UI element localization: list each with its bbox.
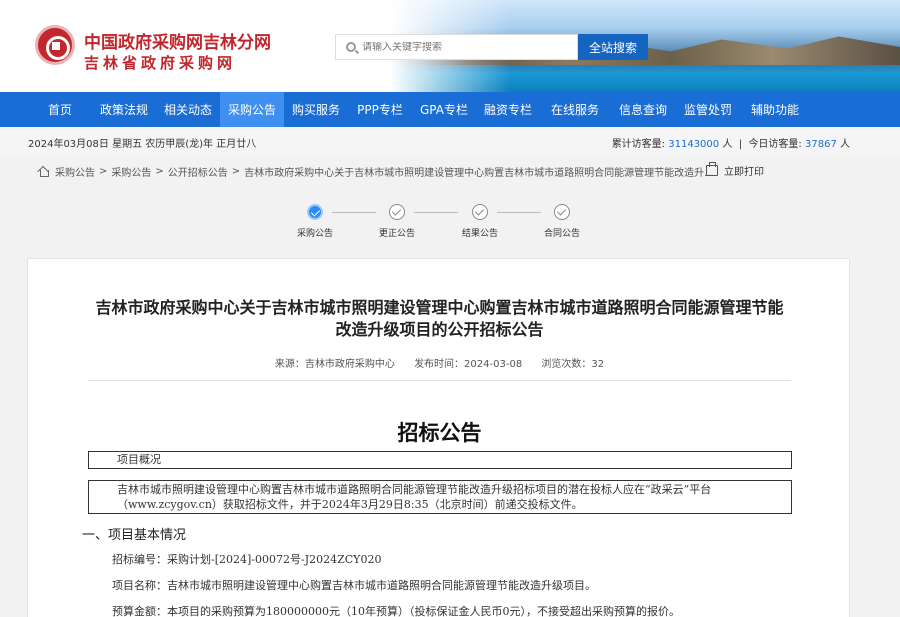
step-connector xyxy=(414,212,458,213)
site-search-button[interactable]: 全站搜索 xyxy=(578,34,648,60)
field-project-name: 项目名称：吉林市城市照明建设管理中心购置吉林市城市道路照明合同能源管理节能改造升… xyxy=(112,579,596,592)
nav-item[interactable]: 在线服务 xyxy=(540,92,610,127)
nav-item[interactable]: GPA专栏 xyxy=(412,92,476,127)
step-label[interactable]: 结果公告 xyxy=(462,226,498,239)
site-title[interactable]: 中国政府采购网吉林分网 xyxy=(84,28,271,53)
section-heading-basic-info: 一、项目基本情况 xyxy=(82,528,187,543)
overview-label-box: 项目概况 xyxy=(88,451,792,469)
nav-item[interactable]: 首页 xyxy=(28,92,92,127)
article-publish-time: 发布时间：2024-03-08 xyxy=(414,359,523,370)
breadcrumb-separator: > xyxy=(155,165,164,177)
step-label[interactable]: 更正公告 xyxy=(379,226,415,239)
step-connector xyxy=(497,212,541,213)
step-connector xyxy=(332,212,376,213)
search-input[interactable] xyxy=(362,41,562,53)
breadcrumb-item[interactable]: 采购公告 xyxy=(55,164,95,179)
step-label[interactable]: 合同公告 xyxy=(544,226,580,239)
step-status-icon[interactable] xyxy=(307,204,323,220)
nav-item[interactable]: 信息查询 xyxy=(610,92,676,127)
visitor-stats: 累计访客量: 31143000 人 | 今日访客量: 37867 人 xyxy=(611,139,850,150)
breadcrumb-item[interactable]: 采购公告 xyxy=(111,164,151,179)
article-card: 吉林市政府采购中心关于吉林市城市照明建设管理中心购置吉林市城市道路照明合同能源管… xyxy=(27,258,850,617)
site-subtitle: 吉林省政府采购网 xyxy=(84,54,237,72)
article-meta: 来源：吉林市政府采购中心 发布时间：2024-03-08 浏览次数：32 xyxy=(28,355,851,370)
total-visits-unit: 人 xyxy=(722,139,733,150)
home-icon[interactable] xyxy=(38,166,50,177)
print-button[interactable]: 立即打印 xyxy=(706,162,764,178)
nav-item[interactable]: 融资专栏 xyxy=(476,92,540,127)
nav-item[interactable]: PPP专栏 xyxy=(348,92,412,127)
article-title: 吉林市政府采购中心关于吉林市城市照明建设管理中心购置吉林市城市道路照明合同能源管… xyxy=(95,298,784,339)
printer-icon xyxy=(706,162,718,176)
breadcrumb-separator: > xyxy=(231,165,241,177)
total-visits-count: 31143000 xyxy=(668,139,720,150)
field-budget: 预算金额：本项目的采购预算为180000000元（10年预算）（投标保证金人民币… xyxy=(112,605,680,617)
step-status-icon[interactable] xyxy=(472,204,488,220)
nav-item[interactable]: 政策法规 xyxy=(92,92,156,127)
step-label[interactable]: 采购公告 xyxy=(297,226,333,239)
nav-item[interactable]: 辅助功能 xyxy=(740,92,810,127)
site-logo[interactable] xyxy=(35,25,75,65)
breadcrumb-separator: > xyxy=(99,165,108,177)
article-views: 浏览次数：32 xyxy=(541,359,605,370)
article-source: 来源：吉林市政府采购中心 xyxy=(274,359,395,370)
breadcrumb: 采购公告 > 采购公告 > 公开招标公告 > 吉林市政府采购中心关于吉林市城市照明建设管理中… xyxy=(38,163,714,179)
step-status-icon[interactable] xyxy=(554,204,570,220)
nav-item[interactable]: 相关动态 xyxy=(156,92,220,127)
notice-heading: 招标公告 xyxy=(397,421,482,445)
today-visits-unit: 人 xyxy=(840,139,850,150)
search-box xyxy=(335,34,578,60)
total-visits-label: 累计访客量: xyxy=(611,139,666,150)
site-header: 中国政府采购网吉林分网 吉林省政府采购网 全站搜索 xyxy=(0,0,900,92)
today-visits-label: 今日访客量: xyxy=(748,139,802,150)
print-label: 立即打印 xyxy=(724,167,764,178)
notice-progress-steps: 采购公告 更正公告 结果公告 合同公告 xyxy=(0,200,900,245)
today-visits-count: 37867 xyxy=(805,139,837,150)
overview-text-box: 吉林市城市照明建设管理中心购置吉林市城市道路照明合同能源管理节能改造升级招标项目… xyxy=(88,480,792,514)
breadcrumb-item[interactable]: 公开招标公告 xyxy=(168,164,228,179)
step-status-icon[interactable] xyxy=(389,204,405,220)
main-nav: 首页 政策法规 相关动态 采购公告 购买服务 PPP专栏 GPA专栏 融资专栏 在线服务 信息查询… xyxy=(0,92,900,127)
search-icon xyxy=(346,42,356,52)
nav-item[interactable]: 采购公告 xyxy=(220,92,284,127)
title-divider xyxy=(88,380,791,381)
nav-item[interactable]: 购买服务 xyxy=(284,92,348,127)
field-bid-number: 招标编号：采购计划-[2024]-00072号-J2024ZCY020 xyxy=(112,553,382,566)
current-date: 2024年03月08日 星期五 农历甲辰(龙)年 正月廿八 xyxy=(28,139,257,150)
breadcrumb-item: 吉林市政府采购中心关于吉林市城市照明建设管理中心购置吉林市城市道路照明合同能源管… xyxy=(244,167,714,179)
nav-item[interactable]: 监管处罚 xyxy=(676,92,740,127)
info-bar: 2024年03月08日 星期五 农历甲辰(龙)年 正月廿八 累计访客量: 311… xyxy=(0,127,900,155)
